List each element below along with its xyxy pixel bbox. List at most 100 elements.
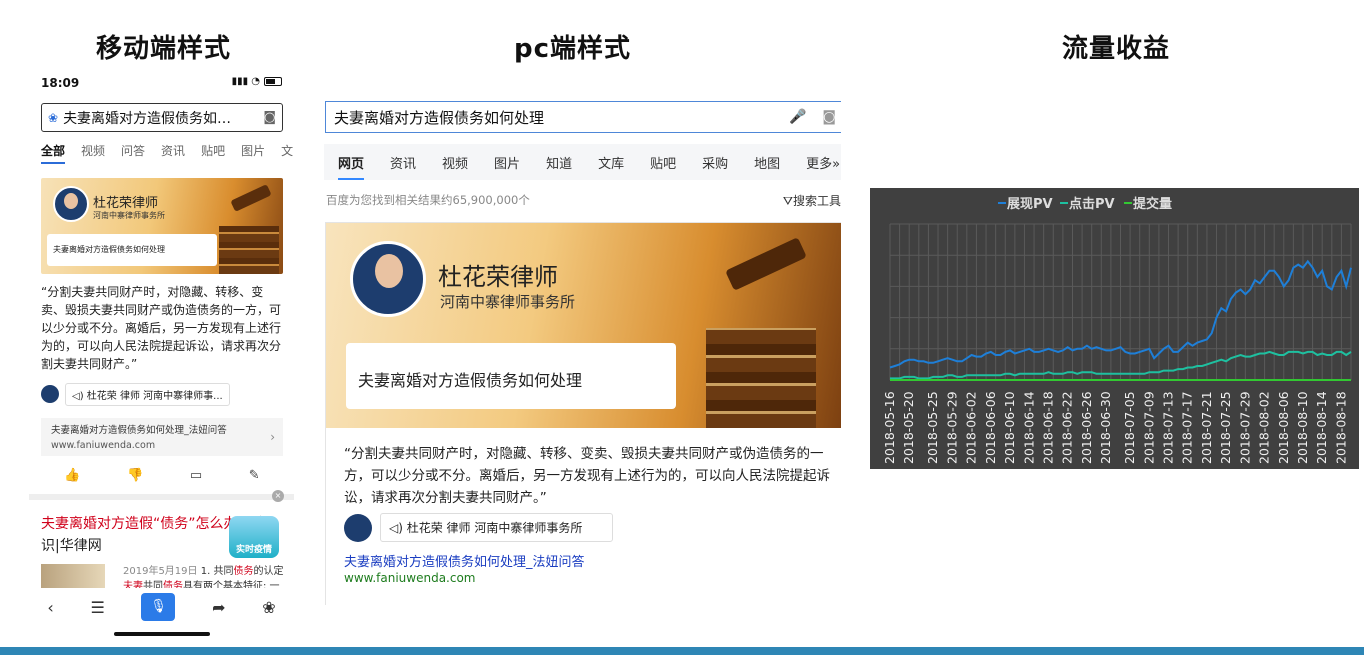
x-tick-label: 2018-06-26 — [1079, 391, 1094, 464]
heading-mobile: 移动端样式 — [96, 34, 232, 64]
tab-images[interactable]: 图片 — [494, 153, 520, 172]
x-tick-label: 2018-06-22 — [1060, 391, 1075, 464]
traffic-chart-svg: 展现PV 点击PV 提交量 2018-05-16 2018-05-20 2018-05-2… — [882, 196, 1352, 464]
x-tick-label: 2018-06-02 — [964, 391, 979, 464]
camera-icon[interactable]: ◙ — [822, 109, 836, 125]
x-tick-label: 2018-07-09 — [1141, 391, 1156, 464]
footer-bar — [0, 647, 1364, 655]
pc-screenshot: 夫妻离婚对方造假债务如何处理 🎤 ◙ 网页 资讯 视频 图片 知道 文库 贴吧 采… — [324, 100, 841, 605]
x-tick-label: 2018-06-18 — [1040, 391, 1055, 464]
question-bubble: 夫妻离婚对方造假债务如何处理 — [346, 343, 676, 409]
legend-label: 展现PV — [1007, 197, 1053, 212]
gavel-icon — [725, 237, 807, 291]
x-tick-label: 2018-07-29 — [1237, 391, 1252, 464]
traffic-chart: 展现PV 点击PV 提交量 2018-05-16 2018-05-20 2018-05-2… — [870, 188, 1359, 469]
pc-search-box[interactable]: 夫妻离婚对方造假债务如何处理 🎤 ◙ — [325, 101, 841, 133]
menu-icon[interactable]: ☰ — [90, 598, 104, 617]
tab-web[interactable]: 网页 — [338, 153, 365, 180]
tab-video[interactable]: 视频 — [81, 142, 105, 164]
tab-more[interactable]: 更多» — [806, 153, 840, 172]
share-icon[interactable]: ➦ — [212, 598, 225, 617]
tab-news[interactable]: 资讯 — [390, 153, 416, 172]
lawyer-firm: 河南中寨律师事务所 — [440, 293, 576, 311]
x-tick-label: 2018-05-25 — [925, 391, 940, 464]
thumbs-down-icon[interactable]: 👎 — [127, 468, 143, 483]
gavel-icon — [230, 184, 272, 212]
paw-home-icon[interactable]: ❀ — [262, 598, 275, 617]
tab-images[interactable]: 图片 — [241, 142, 265, 164]
lawyer-firm: 河南中寨律师事务所 — [93, 211, 165, 220]
x-tick-label: 2018-08-14 — [1314, 391, 1329, 464]
tab-caigou[interactable]: 采购 — [702, 153, 728, 172]
mic-button[interactable]: 🎙 — [141, 593, 176, 621]
author-info[interactable]: ◁) 杜花荣 律师 河南中寨律师事... — [65, 382, 230, 406]
slide: 移动端样式 pc端样式 流量收益 18:09 ▮▮▮ ◔ ❀ 夫妻离婚对方造假债… — [0, 0, 1364, 655]
pc-search-input[interactable]: 夫妻离婚对方造假债务如何处理 — [334, 107, 789, 128]
lawyer-avatar — [53, 186, 89, 222]
mobile-lawyer-banner[interactable]: 杜花荣律师 河南中寨律师事务所 夫妻离婚对方造假债务如何处理 — [41, 178, 283, 274]
home-indicator — [114, 632, 210, 636]
mobile-search-box[interactable]: ❀ 夫妻离婚对方造假债务如… ◙ — [41, 103, 283, 132]
back-icon[interactable]: ‹ — [47, 598, 53, 617]
close-icon[interactable]: × — [272, 490, 284, 502]
x-tick-label: 2018-07-25 — [1218, 391, 1233, 464]
x-tick-label: 2018-06-14 — [1021, 391, 1036, 464]
result-link[interactable]: 夫妻离婚对方造假债务如何处理_法妞问答 — [344, 551, 585, 570]
x-tick-label: 2018-07-21 — [1199, 391, 1214, 464]
thumbs-up-icon[interactable]: 👍 — [64, 468, 80, 483]
bottom-nav: ‹ ☰ 🎙 ➦ ❀ — [29, 588, 294, 626]
epidemic-badge[interactable]: 实时疫情 — [229, 516, 279, 558]
status-time: 18:09 — [41, 76, 80, 90]
mobile-screenshot: 18:09 ▮▮▮ ◔ ❀ 夫妻离婚对方造假债务如… ◙ 全部 视频 问答 资讯… — [29, 70, 294, 645]
answer-actions: 👍 👎 ▭ ✎ — [41, 468, 283, 483]
tab-video[interactable]: 视频 — [442, 153, 468, 172]
pc-lawyer-banner[interactable]: 杜花荣律师 河南中寨律师事务所 夫妻离婚对方造假债务如何处理 — [326, 223, 841, 428]
x-tick-label: 2018-08-10 — [1295, 391, 1310, 464]
chevron-right-icon: › — [270, 430, 275, 444]
x-tick-label: 2018-08-18 — [1333, 391, 1348, 464]
comment-icon[interactable]: ▭ — [190, 468, 202, 483]
tab-wenku[interactable]: 文库 — [598, 153, 624, 172]
tab-map[interactable]: 地图 — [754, 153, 780, 172]
source-link[interactable]: 夫妻离婚对方造假债务如何处理_法妞问答 www.faniuwenda.com › — [41, 418, 283, 456]
x-tick-label: 2018-07-17 — [1180, 391, 1195, 464]
lawyer-name: 杜花荣律师 — [93, 196, 159, 211]
tab-tieba[interactable]: 贴吧 — [650, 153, 676, 172]
answer-text: “分割夫妻共同财产时，对隐藏、转移、变卖、毁损夫妻共同财产或伪造债务的一方，可以… — [41, 285, 282, 371]
x-tick-label: 2018-05-20 — [901, 391, 916, 464]
filter-icon: ⛛ — [782, 194, 793, 208]
mic-icon[interactable]: 🎤 — [789, 109, 806, 125]
answer-author[interactable]: ◁) 杜花荣 律师 河南中寨律师事务所 — [344, 513, 614, 542]
signal-icon: ▮▮▮ ◔ — [231, 76, 260, 87]
search-tools-button[interactable]: ⛛搜索工具 — [783, 192, 841, 209]
author-avatar — [41, 385, 59, 403]
answer-author[interactable]: ◁) 杜花荣 律师 河南中寨律师事... — [41, 382, 274, 406]
tab-qa[interactable]: 问答 — [121, 142, 145, 164]
x-tick-label: 2018-08-06 — [1276, 391, 1291, 464]
tab-more[interactable]: 文 — [281, 142, 293, 164]
x-tick-label: 2018-06-30 — [1098, 391, 1113, 464]
mobile-search-input[interactable]: 夫妻离婚对方造假债务如… — [63, 108, 263, 128]
heading-pc: pc端样式 — [514, 34, 632, 64]
lawyer-name: 杜花荣律师 — [438, 263, 558, 291]
legend-label: 提交量 — [1133, 196, 1172, 212]
edit-icon[interactable]: ✎ — [249, 468, 260, 483]
x-tick-label: 2018-07-05 — [1122, 391, 1137, 464]
result-count: 百度为您找到相关结果约65,900,000个 — [326, 193, 530, 207]
lawyer-avatar — [350, 241, 426, 317]
section-divider — [29, 494, 294, 500]
tab-zhidao[interactable]: 知道 — [546, 153, 572, 172]
camera-icon[interactable]: ◙ — [263, 110, 276, 125]
author-info[interactable]: ◁) 杜花荣 律师 河南中寨律师事务所 — [380, 513, 614, 542]
author-avatar — [344, 513, 372, 542]
tab-news[interactable]: 资讯 — [161, 142, 185, 164]
paw-icon: ❀ — [48, 110, 59, 125]
tab-tieba[interactable]: 贴吧 — [201, 142, 225, 164]
status-indicators: ▮▮▮ ◔ — [232, 76, 282, 87]
books-image — [706, 328, 816, 428]
tab-all[interactable]: 全部 — [41, 142, 66, 164]
mobile-tabs: 全部 视频 问答 资讯 贴吧 图片 文 — [41, 142, 294, 164]
heading-traffic: 流量收益 — [1062, 34, 1171, 64]
x-tick-label: 2018-08-02 — [1257, 391, 1272, 464]
x-tick-label: 2018-06-10 — [1002, 391, 1017, 464]
